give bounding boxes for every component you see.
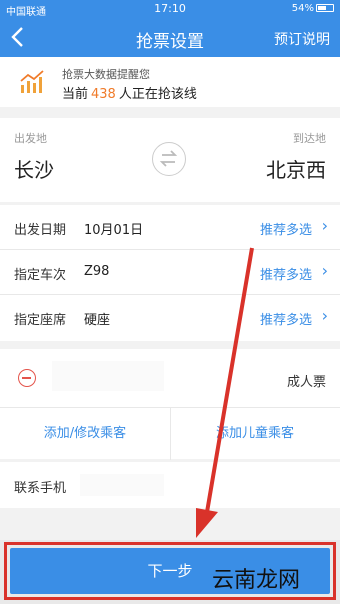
to-city[interactable]: 北京西 [266, 154, 326, 183]
contact-label: 联系手机 [14, 481, 67, 496]
chevron-right-icon: › [321, 261, 328, 280]
notice-suffix: 人正在抢该线 [118, 87, 197, 102]
passenger-info-redacted [52, 361, 164, 391]
option-row-date[interactable]: 出发日期 10月01日 推荐多选 › [0, 205, 340, 250]
option-label: 出发日期 [14, 223, 67, 238]
phone-field-redacted[interactable] [80, 474, 164, 496]
route-card: 出发地 到达地 长沙 北京西 [0, 118, 340, 202]
add-child-passenger-button[interactable]: 添加儿童乘客 [170, 422, 340, 441]
add-modify-passenger-button[interactable]: 添加/修改乘客 [0, 422, 170, 441]
recommend-link[interactable]: 推荐多选 [260, 219, 312, 238]
clock: 17:10 [154, 2, 186, 15]
option-row-train[interactable]: 指定车次 Z98 推荐多选 › [0, 250, 340, 295]
nav-bar: 抢票设置 预订说明 [0, 17, 340, 57]
option-row-seat[interactable]: 指定座席 硬座 推荐多选 › [0, 295, 340, 340]
option-label: 指定座席 [14, 313, 67, 328]
battery-icon [316, 4, 334, 12]
notice-prefix: 当前 [62, 87, 89, 102]
booking-info-link[interactable]: 预订说明 [274, 29, 330, 49]
recommend-link[interactable]: 推荐多选 [260, 309, 312, 328]
chevron-right-icon: › [321, 306, 328, 325]
passenger-actions: 添加/修改乘客 添加儿童乘客 [0, 407, 340, 460]
notice-count-line: 当前 438 人正在抢该线 [62, 83, 197, 102]
option-label: 指定车次 [14, 268, 67, 283]
minus-circle-icon[interactable] [18, 369, 36, 387]
contact-row: 联系手机 [0, 462, 340, 508]
notice-banner: 抢票大数据提醒您 当前 438 人正在抢该线 [0, 57, 340, 107]
watermark: 云南龙网 [212, 568, 301, 593]
option-value: 10月01日 [84, 223, 144, 238]
bar-chart-icon [18, 69, 46, 95]
status-bar: 中国联通 17:10 54% [0, 0, 340, 18]
battery-status: 54% [292, 3, 334, 14]
battery-percent: 54% [291, 3, 314, 14]
options-list: 出发日期 10月01日 推荐多选 › 指定车次 Z98 推荐多选 › 指定座席 … [0, 205, 340, 341]
swap-icon[interactable] [152, 142, 186, 176]
option-value: 硬座 [84, 313, 111, 328]
from-label: 出发地 [14, 132, 47, 145]
from-city[interactable]: 长沙 [14, 154, 54, 183]
to-label: 到达地 [293, 132, 326, 145]
option-value: Z98 [84, 264, 110, 279]
passenger-card: 成人票 添加/修改乘客 添加儿童乘客 [0, 349, 340, 460]
ticket-type: 成人票 [286, 375, 326, 390]
notice-title: 抢票大数据提醒您 [62, 68, 150, 81]
recommend-link[interactable]: 推荐多选 [260, 264, 312, 283]
chevron-right-icon: › [321, 216, 328, 235]
notice-count: 438 [91, 87, 116, 102]
